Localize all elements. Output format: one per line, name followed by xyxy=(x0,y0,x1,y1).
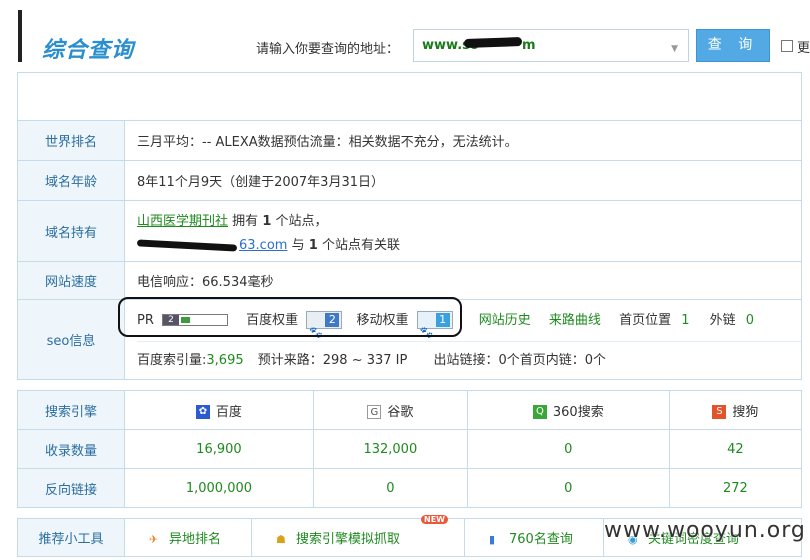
engine-name: 百度 xyxy=(215,404,242,420)
domain-owner-value: 山西医学期刊社 拥有 1 个站点， 63.com 与 1 个站点有关联 xyxy=(124,200,802,262)
blank-panel xyxy=(17,72,802,120)
tool-label: 搜索引擎模拟抓取 xyxy=(296,532,401,547)
speed-value: 电信响应：66.534毫秒 xyxy=(124,261,802,300)
search-engine-table: 搜索引擎 ✿ 百度 G 谷歌 Q 360搜索 S 搜狗 收录数量 16,900 132,… xyxy=(17,390,803,508)
indexed-count-row: 收录数量 16,900 132,000 0 42 xyxy=(17,429,803,469)
world-rank-value: 三月平均：-- ALEXA数据预估流量：相关数据不充分，无法统计。 xyxy=(124,120,802,161)
speed-row: 网站速度 电信响应：66.534毫秒 xyxy=(17,261,802,300)
owner-name-link[interactable]: 山西医学期刊社 xyxy=(137,214,228,229)
tools-label: 推荐小工具 xyxy=(17,518,125,557)
speed-label: 网站速度 xyxy=(17,261,125,300)
so360-icon: Q xyxy=(532,405,547,419)
domain-age-label: 域名年龄 xyxy=(17,160,125,201)
chart-icon: ▮ xyxy=(489,532,496,546)
tool-label: 异地排名 xyxy=(169,532,222,547)
domain-owner-label: 域名持有 xyxy=(17,200,125,262)
backlinks-google[interactable]: 0 xyxy=(312,468,468,508)
engine-name: 搜狗 xyxy=(732,404,759,420)
backlinks-360[interactable]: 0 xyxy=(466,468,670,508)
engine-header-google: G 谷歌 xyxy=(312,390,468,430)
more-checkbox[interactable] xyxy=(781,40,793,52)
header-accent-bar xyxy=(18,10,22,62)
homepage-position-value: 1 xyxy=(681,312,690,328)
owner-email-link[interactable]: 63.com xyxy=(239,238,287,253)
world-rank-row: 世界排名 三月平均：-- ALEXA数据预估流量：相关数据不充分，无法统计。 xyxy=(17,120,802,161)
estimated-traffic: 预计来路：298 ~ 337 IP xyxy=(257,352,408,368)
baidu-index-value: 3,695 xyxy=(206,352,244,368)
engine-header-360: Q 360搜索 xyxy=(466,390,670,430)
spider-icon: ☗ xyxy=(276,532,286,546)
links-summary: 出站链接：0个首页内链：0个 xyxy=(433,352,607,368)
owns-prefix: 拥有 xyxy=(232,213,259,229)
baidu-index-label: 百度索引量: xyxy=(137,352,207,368)
tool-760-query[interactable]: ▮ 760名查询 xyxy=(464,518,604,557)
site-history-link[interactable]: 网站历史 xyxy=(479,313,531,328)
search-button[interactable]: 查 询 xyxy=(696,29,770,62)
external-links-value: 0 xyxy=(745,312,755,328)
seo-label: seo信息 xyxy=(17,299,125,380)
hand-drawn-highlight-circle xyxy=(118,297,462,337)
page-title: 综合查询 xyxy=(42,38,135,63)
address-prompt: 请输入你要查询的地址： xyxy=(256,42,400,57)
backlinks-row: 反向链接 1,000,000 0 0 272 xyxy=(17,468,803,508)
dropdown-arrow-icon[interactable]: ▼ xyxy=(671,44,678,54)
address-input[interactable]: www.so m ▼ xyxy=(413,29,689,62)
indexed-sogou[interactable]: 42 xyxy=(668,429,803,469)
watermark: www.wooyun.org xyxy=(604,518,806,543)
indexed-360[interactable]: 0 xyxy=(466,429,670,469)
backlinks-sogou[interactable]: 272 xyxy=(668,468,803,508)
domain-age-row: 域名年龄 8年11个月9天（创建于2007年3月31日） xyxy=(17,160,802,201)
tool-crawler-sim[interactable]: ☗ 搜索引擎模拟抓取 xyxy=(251,518,465,557)
indexed-google[interactable]: 132,000 xyxy=(312,429,468,469)
world-rank-label: 世界排名 xyxy=(17,120,125,161)
external-links-label: 外链 xyxy=(709,312,736,328)
engine-header-sogou: S 搜狗 xyxy=(668,390,803,430)
owns-suffix: 个站点， xyxy=(275,213,328,229)
engine-header-baidu: ✿ 百度 xyxy=(124,390,314,430)
indexed-count-label: 收录数量 xyxy=(17,429,125,469)
traffic-curve-link[interactable]: 来路曲线 xyxy=(549,313,601,328)
address-input-value-tail: m xyxy=(522,38,536,53)
related-prefix: 与 xyxy=(291,237,305,253)
domain-owner-row: 域名持有 山西医学期刊社 拥有 1 个站点， 63.com 与 1 个站点有关联 xyxy=(17,200,802,262)
new-badge: NEW xyxy=(421,515,448,524)
tool-label: 760名查询 xyxy=(509,532,573,547)
owns-count: 1 xyxy=(262,213,272,229)
more-label: 更 xyxy=(797,41,810,56)
engine-header-row: 搜索引擎 ✿ 百度 G 谷歌 Q 360搜索 S 搜狗 xyxy=(17,390,803,430)
rank-icon: ✈ xyxy=(149,532,159,546)
google-icon: G xyxy=(367,405,382,419)
backlinks-label: 反向链接 xyxy=(17,468,125,508)
backlinks-baidu[interactable]: 1,000,000 xyxy=(124,468,314,508)
homepage-position-label: 首页位置 xyxy=(619,312,672,328)
info-table: 世界排名 三月平均：-- ALEXA数据预估流量：相关数据不充分，无法统计。 域… xyxy=(17,120,802,380)
related-count: 1 xyxy=(308,237,318,253)
sogou-icon: S xyxy=(712,405,727,419)
baidu-icon: ✿ xyxy=(195,405,210,419)
engine-name: 谷歌 xyxy=(387,404,414,420)
engine-name: 360搜索 xyxy=(552,404,604,420)
engine-header-label: 搜索引擎 xyxy=(17,390,125,430)
email-redaction-scribble xyxy=(136,238,238,252)
tool-remote-rank[interactable]: ✈ 异地排名 xyxy=(124,518,252,557)
related-suffix: 个站点有关联 xyxy=(321,237,400,253)
redaction-scribble xyxy=(463,36,523,49)
indexed-baidu[interactable]: 16,900 xyxy=(124,429,314,469)
domain-age-value: 8年11个月9天（创建于2007年3月31日） xyxy=(124,160,802,201)
